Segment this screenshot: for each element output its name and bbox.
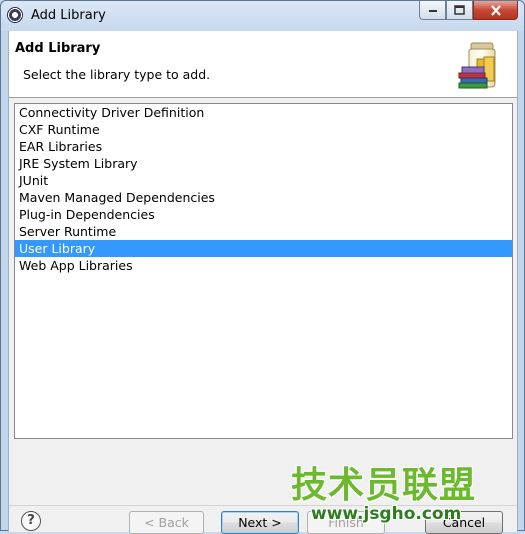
add-library-dialog: Add Library Add Library Select the libra… [0,0,525,534]
banner-title: Add Library [15,41,101,56]
library-type-item[interactable]: JRE System Library [15,155,512,172]
maximize-button[interactable] [446,1,473,20]
library-type-item[interactable]: Maven Managed Dependencies [15,189,512,206]
help-button[interactable]: ? [21,511,41,531]
library-jar-books-icon [458,42,496,89]
library-type-item[interactable]: User Library [15,240,512,257]
maximize-icon [454,5,465,15]
window-title: Add Library [31,8,106,23]
dialog-client-area: Add Library Select the library type to a… [8,31,518,534]
banner-message: Select the library type to add. [23,67,211,82]
title-bar[interactable]: Add Library [1,1,524,31]
footer-separator [9,505,517,506]
eclipse-app-icon [7,7,23,23]
close-icon [490,4,501,16]
library-type-item[interactable]: Server Runtime [15,223,512,240]
close-button[interactable] [473,1,518,20]
minimize-button[interactable] [419,1,446,20]
wizard-banner: Add Library Select the library type to a… [9,31,517,98]
library-type-item[interactable]: Connectivity Driver Definition [15,104,512,121]
library-type-item[interactable]: CXF Runtime [15,121,512,138]
library-type-item[interactable]: Web App Libraries [15,257,512,274]
caption-buttons [419,1,518,21]
minimize-icon [428,10,437,12]
library-type-item[interactable]: JUnit [15,172,512,189]
library-type-item[interactable]: EAR Libraries [15,138,512,155]
library-type-list[interactable]: Connectivity Driver Definition CXF Runtim… [14,103,513,439]
library-type-item[interactable]: Plug-in Dependencies [15,206,512,223]
